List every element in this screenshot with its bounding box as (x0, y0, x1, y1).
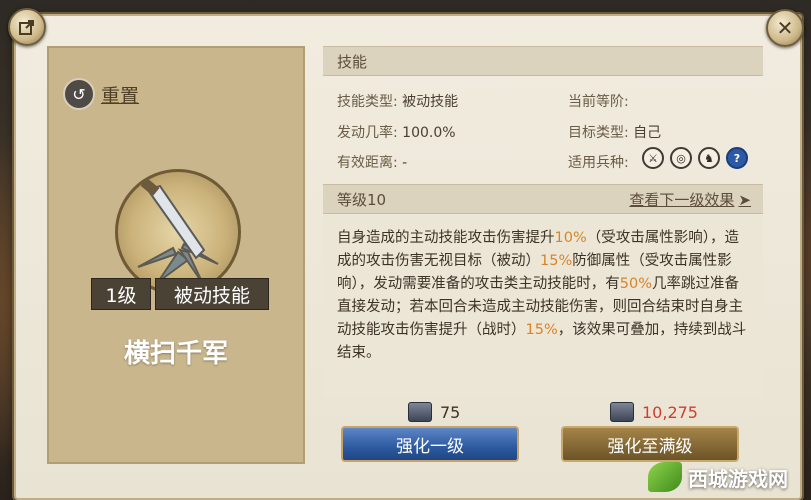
close-button[interactable]: ✕ (766, 9, 804, 47)
attr-trigger-rate: 发动几率: 100.0% (337, 122, 456, 142)
share-icon (19, 20, 34, 35)
skill-card: ↺ 重置 1级 被动技能 横扫千军 (47, 46, 305, 464)
crown-token-icon (610, 402, 634, 422)
cost-value: 10,275 (642, 402, 698, 422)
reset-icon[interactable]: ↺ (63, 78, 95, 110)
site-watermark: 西城游戏网 (648, 462, 788, 492)
attr-value: - (402, 155, 408, 171)
upgrade-max-button[interactable]: 强化至满级 (561, 426, 739, 462)
desc-text: 自身造成的主动技能攻击伤害提升 (337, 230, 555, 246)
skill-section-title: 技能 (337, 52, 368, 71)
upgrade-one-button[interactable]: 强化一级 (341, 426, 519, 462)
attr-troop-types: 适用兵种: (568, 152, 629, 172)
reset-link[interactable]: 重置 (101, 81, 139, 108)
desc-highlight: 15% (525, 322, 558, 338)
level-section-header: 等级10 查看下一级效果 ➤ (323, 184, 763, 214)
leaf-logo-icon (648, 462, 682, 492)
desc-highlight: 10% (554, 230, 587, 246)
attr-skill-type: 技能类型: 被动技能 (337, 91, 458, 111)
desc-highlight: 15% (540, 253, 573, 269)
upgrade-max-cost: 10,275 (610, 402, 698, 422)
next-level-link[interactable]: 查看下一级效果 ➤ (629, 189, 751, 210)
reset-control[interactable]: ↺ 重置 (63, 78, 139, 110)
skill-type-tag: 被动技能 (155, 278, 269, 310)
attr-range: 有效距离: - (337, 152, 407, 172)
skill-section-header: 技能 (323, 46, 763, 76)
watermark-text: 西城游戏网 (688, 466, 788, 491)
level-title: 等级10 (337, 190, 387, 209)
crown-token-icon (408, 402, 432, 422)
skill-name: 横扫千军 (123, 339, 228, 369)
desc-highlight: 50% (619, 276, 652, 292)
attr-key: 适用兵种: (568, 155, 629, 171)
attr-current-tier: 当前等阶: (568, 91, 629, 111)
close-icon: ✕ (776, 16, 794, 40)
skill-level-tag: 1级 (91, 278, 151, 310)
attr-key: 当前等阶: (568, 94, 629, 110)
attr-key: 有效距离: (337, 155, 398, 171)
attr-target-type: 目标类型: 自己 (568, 122, 661, 142)
horse-unit-icon: ♞ (698, 147, 720, 169)
help-icon[interactable]: ? (726, 147, 748, 169)
attr-key: 技能类型: (337, 94, 398, 110)
attr-value: 被动技能 (402, 94, 459, 110)
skill-description: 自身造成的主动技能攻击伤害提升10%（受攻击属性影响），造成的攻击伤害无视目标（… (323, 215, 763, 397)
arrow-right-icon: ➤ (738, 190, 751, 209)
attr-value: 100.0% (402, 125, 456, 141)
dagger-icon (137, 178, 219, 285)
attr-key: 目标类型: (568, 125, 629, 141)
cost-value: 75 (440, 402, 461, 422)
share-button[interactable] (8, 8, 46, 46)
attr-key: 发动几率: (337, 125, 398, 141)
upgrade-one-cost: 75 (408, 402, 460, 422)
skill-emblem (115, 169, 241, 295)
troop-type-icons: ⚔ ◎ ♞ ? (642, 147, 748, 169)
sword-unit-icon: ⚔ (642, 147, 664, 169)
next-level-label[interactable]: 查看下一级效果 (629, 191, 734, 209)
shield-unit-icon: ◎ (670, 147, 692, 169)
attr-value: 自己 (633, 125, 662, 141)
